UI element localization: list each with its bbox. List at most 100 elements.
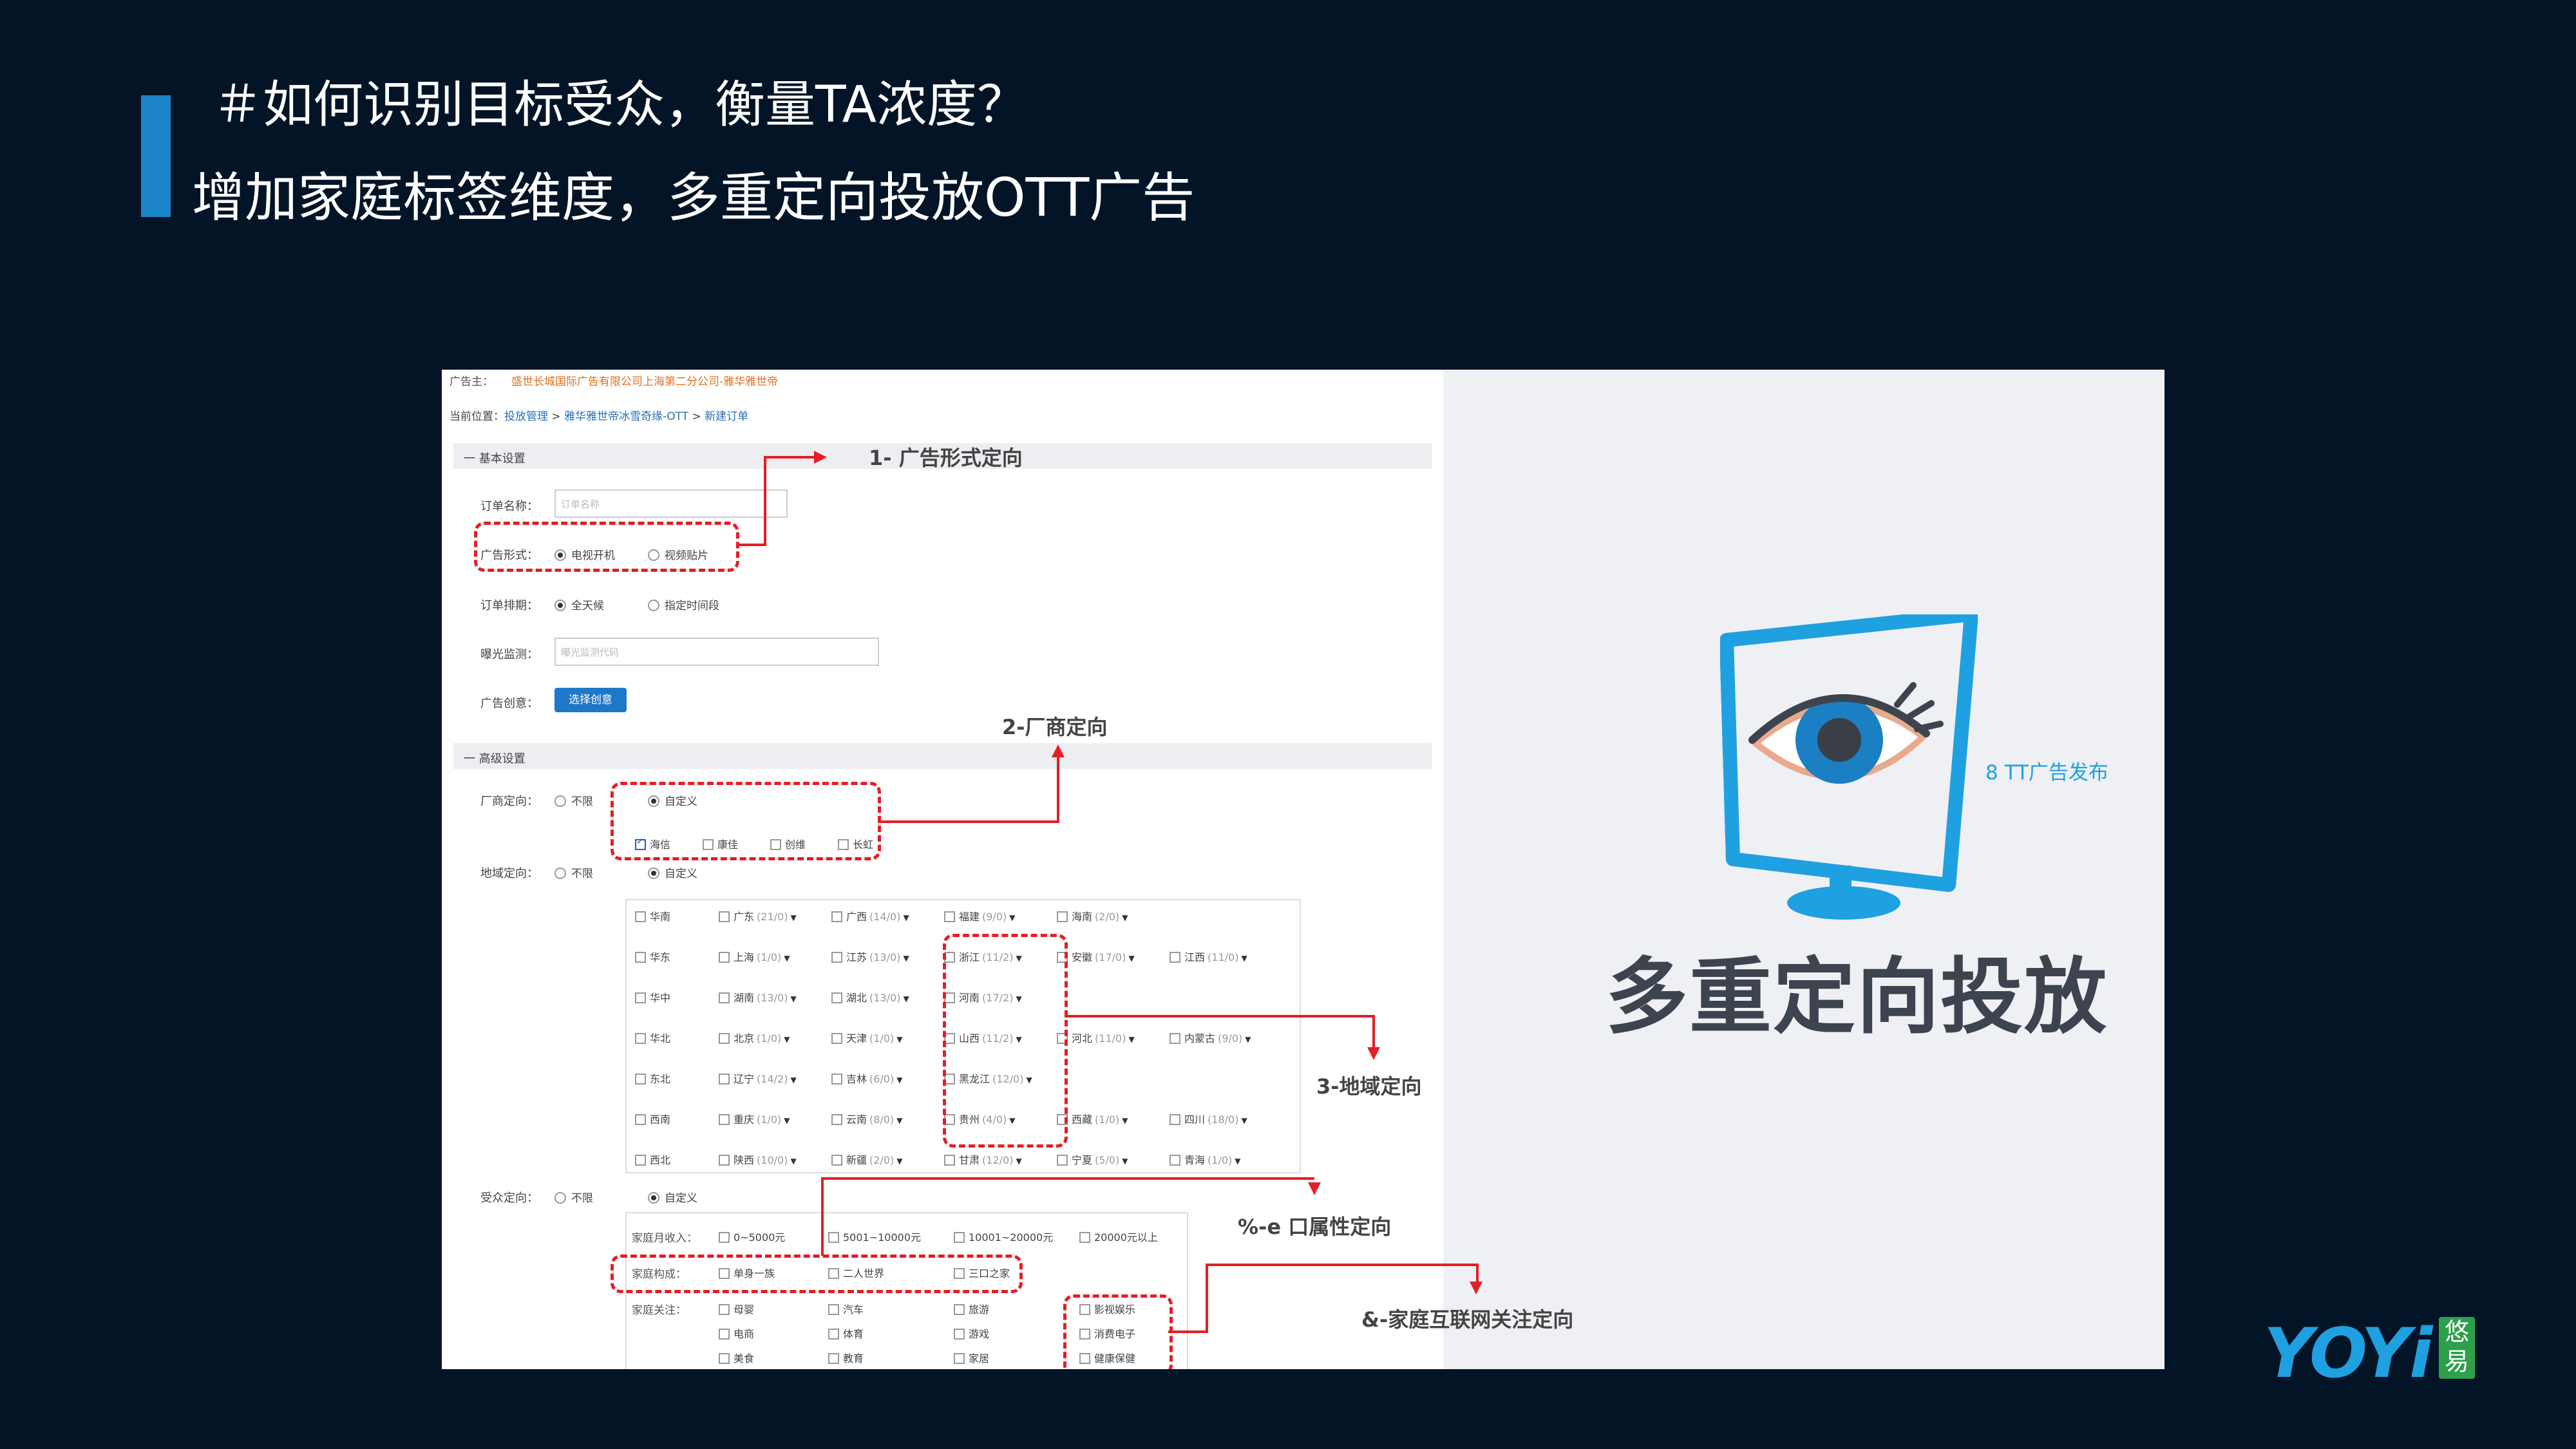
income-checkbox[interactable]: 10001~20000元	[954, 1229, 1053, 1244]
interest-checkbox[interactable]: 教育	[828, 1350, 864, 1365]
interest-checkbox[interactable]: 汽车	[828, 1301, 864, 1316]
interest-checkbox[interactable]: 家居	[954, 1350, 989, 1365]
province-checkbox[interactable]: 宁夏 (5/0) ▼	[1057, 1151, 1128, 1167]
province-count: (11/0)	[1208, 951, 1239, 963]
chevron-down-icon[interactable]: ▼	[1009, 913, 1015, 922]
advertiser-name[interactable]: 盛世长城国际广告有限公司上海第二分公司-雅华雅世帝	[511, 372, 778, 388]
chevron-down-icon[interactable]: ▼	[784, 954, 790, 963]
section-advanced-settings[interactable]: 一 高级设置	[453, 743, 1432, 769]
province-count: (10/0)	[757, 1154, 788, 1166]
chevron-down-icon[interactable]: ▼	[790, 1157, 796, 1166]
province-count: (18/0)	[1208, 1113, 1239, 1126]
chevron-down-icon[interactable]: ▼	[896, 1116, 902, 1125]
income-checkbox[interactable]: 20000元以上	[1079, 1229, 1158, 1244]
chevron-down-icon[interactable]: ▼	[903, 913, 909, 922]
province-checkbox[interactable]: 福建 (9/0) ▼	[944, 908, 1015, 923]
province-checkbox[interactable]: 海南 (2/0) ▼	[1057, 908, 1128, 923]
province-checkbox[interactable]: 湖南 (13/0) ▼	[719, 989, 797, 1005]
interest-checkbox[interactable]: 旅游	[954, 1301, 989, 1316]
breadcrumb-item[interactable]: 投放管理	[504, 410, 548, 423]
province-checkbox[interactable]: 广东 (21/0) ▼	[719, 908, 797, 923]
region-area-checkbox[interactable]: 华南	[635, 908, 670, 923]
province-checkbox[interactable]: 江西 (11/0) ▼	[1170, 949, 1247, 964]
province-checkbox[interactable]: 北京 (1/0) ▼	[719, 1030, 790, 1045]
chevron-down-icon[interactable]: ▼	[1122, 1116, 1128, 1125]
interest-checkbox[interactable]: 电商	[719, 1325, 754, 1341]
province-checkbox[interactable]: 甘肃 (12/0) ▼	[944, 1151, 1022, 1167]
logo-text: YOYi	[2264, 1314, 2432, 1393]
region-area-checkbox[interactable]: 西南	[635, 1111, 670, 1126]
chevron-down-icon[interactable]: ▼	[1122, 1157, 1128, 1166]
radio-label: 指定时间段	[665, 600, 719, 612]
province-checkbox[interactable]: 安徽 (17/0) ▼	[1057, 949, 1135, 964]
interest-checkbox[interactable]: 美食	[719, 1350, 754, 1365]
vendor-radio-unlimited[interactable]: 不限	[554, 792, 593, 808]
region-area-checkbox[interactable]: 华中	[635, 989, 670, 1005]
audience-radio-unlimited[interactable]: 不限	[554, 1189, 593, 1205]
region-radio-unlimited[interactable]: 不限	[554, 864, 593, 880]
province-count: (17/0)	[1095, 951, 1126, 963]
checkbox-icon	[828, 1353, 839, 1364]
schedule-radio-allday[interactable]: 全天候	[554, 596, 604, 612]
province-checkbox[interactable]: 天津 (1/0) ▼	[831, 1030, 902, 1045]
province-count: (9/0)	[982, 911, 1007, 923]
province-checkbox[interactable]: 内蒙古 (9/0) ▼	[1170, 1030, 1251, 1045]
interest-option: 教育	[843, 1352, 864, 1365]
region-area-checkbox[interactable]: 华东	[635, 949, 670, 964]
breadcrumb-item[interactable]: 新建订单	[705, 410, 748, 423]
province-checkbox[interactable]: 辽宁 (14/2) ▼	[719, 1070, 797, 1086]
checkbox-icon	[828, 1329, 839, 1340]
chevron-down-icon[interactable]: ▼	[790, 994, 796, 1003]
province-checkbox[interactable]: 云南 (8/0) ▼	[831, 1111, 902, 1126]
province-checkbox[interactable]: 四川 (18/0) ▼	[1170, 1111, 1247, 1126]
chevron-down-icon[interactable]: ▼	[1128, 1035, 1134, 1044]
select-creative-button[interactable]: 选择创意	[554, 688, 627, 712]
checkbox-icon	[954, 1304, 965, 1315]
interest-checkbox[interactable]: 游戏	[954, 1325, 989, 1341]
province-checkbox[interactable]: 新疆 (2/0) ▼	[831, 1151, 902, 1167]
province-checkbox[interactable]: 河北 (11/0) ▼	[1057, 1030, 1135, 1045]
chevron-down-icon[interactable]: ▼	[790, 913, 796, 922]
schedule-radio-period[interactable]: 指定时间段	[648, 596, 719, 612]
breadcrumb-item[interactable]: 雅华雅世帝冰雪奇缘-OTT	[564, 410, 688, 423]
exposure-input[interactable]: 曝光监测代码	[554, 638, 879, 666]
income-checkbox[interactable]: 0~5000元	[719, 1229, 785, 1244]
interest-checkbox[interactable]: 母婴	[719, 1301, 754, 1316]
chevron-down-icon[interactable]: ▼	[1241, 1116, 1247, 1125]
chevron-down-icon[interactable]: ▼	[1128, 954, 1134, 963]
annotation-vendor: 2-厂商定向	[1002, 715, 1108, 739]
chevron-down-icon[interactable]: ▼	[1245, 1035, 1251, 1044]
chevron-down-icon[interactable]: ▼	[790, 1075, 796, 1084]
chevron-down-icon[interactable]: ▼	[896, 1075, 902, 1084]
province-checkbox[interactable]: 青海 (1/0) ▼	[1170, 1151, 1240, 1167]
region-area-checkbox[interactable]: 东北	[635, 1070, 670, 1086]
province-checkbox[interactable]: 吉林 (6/0) ▼	[831, 1070, 902, 1086]
region-area-checkbox[interactable]: 华北	[635, 1030, 670, 1045]
chevron-down-icon[interactable]: ▼	[1122, 913, 1128, 922]
checkbox-icon	[719, 1114, 730, 1125]
audience-radio-custom[interactable]: 自定义	[648, 1189, 697, 1205]
chevron-down-icon[interactable]: ▼	[903, 994, 909, 1003]
income-checkbox[interactable]: 5001~10000元	[828, 1229, 921, 1244]
chevron-down-icon[interactable]: ▼	[896, 1157, 902, 1166]
province-checkbox[interactable]: 湖北 (13/0) ▼	[831, 989, 909, 1005]
region-radio-custom[interactable]: 自定义	[648, 864, 697, 880]
chevron-down-icon[interactable]: ▼	[896, 1035, 902, 1044]
checkbox-icon	[719, 1353, 730, 1364]
chevron-down-icon[interactable]: ▼	[784, 1116, 790, 1125]
region-area-checkbox[interactable]: 西北	[635, 1151, 670, 1167]
interest-checkbox[interactable]: 体育	[828, 1325, 864, 1341]
chevron-down-icon[interactable]: ▼	[1016, 1157, 1021, 1166]
province-checkbox[interactable]: 江苏 (13/0) ▼	[831, 949, 909, 964]
chevron-down-icon[interactable]: ▼	[784, 1035, 790, 1044]
province-checkbox[interactable]: 上海 (1/0) ▼	[719, 949, 790, 964]
province-checkbox[interactable]: 广西 (14/0) ▼	[831, 908, 909, 923]
province-checkbox[interactable]: 陕西 (10/0) ▼	[719, 1151, 797, 1167]
province-checkbox[interactable]: 重庆 (1/0) ▼	[719, 1111, 790, 1126]
chevron-down-icon[interactable]: ▼	[903, 954, 909, 963]
chevron-down-icon[interactable]: ▼	[1241, 954, 1247, 963]
order-name-input[interactable]: 订单名称	[554, 489, 788, 518]
chevron-down-icon[interactable]: ▼	[1235, 1157, 1240, 1166]
province-count: (6/0)	[869, 1073, 895, 1085]
radio-label: 不限	[571, 867, 593, 880]
